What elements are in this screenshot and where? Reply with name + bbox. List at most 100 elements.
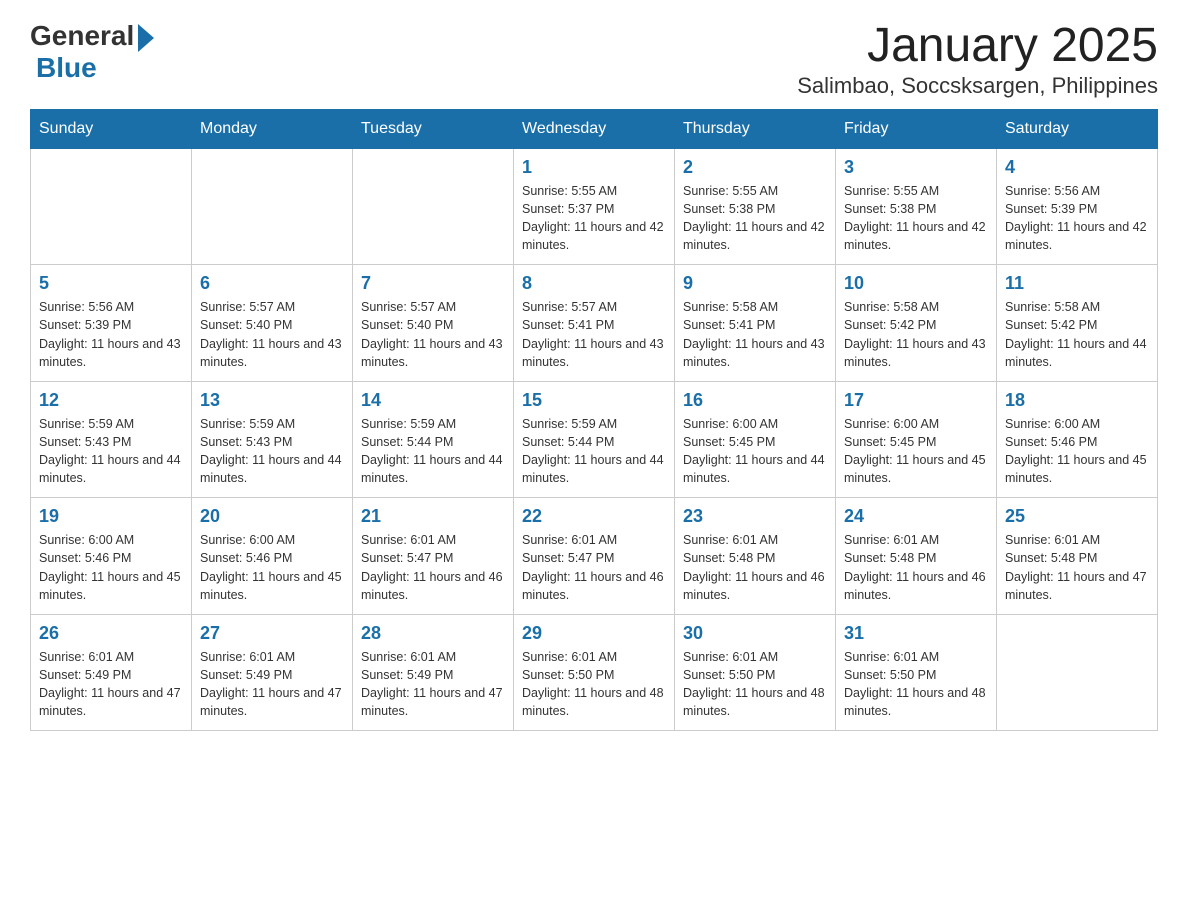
week-row-5: 26 Sunrise: 6:01 AM Sunset: 5:49 PM Dayli… <box>31 614 1158 731</box>
day-info: Sunrise: 6:00 AM Sunset: 5:46 PM Dayligh… <box>39 531 183 604</box>
calendar-cell: 25 Sunrise: 6:01 AM Sunset: 5:48 PM Dayli… <box>997 498 1158 615</box>
day-info: Sunrise: 5:56 AM Sunset: 5:39 PM Dayligh… <box>1005 182 1149 255</box>
calendar-cell: 7 Sunrise: 5:57 AM Sunset: 5:40 PM Daylig… <box>353 265 514 382</box>
day-info: Sunrise: 6:01 AM Sunset: 5:47 PM Dayligh… <box>522 531 666 604</box>
day-number: 20 <box>200 506 344 527</box>
calendar-cell: 3Sunrise: 5:55 AM Sunset: 5:38 PM Daylig… <box>836 148 997 265</box>
calendar-cell <box>353 148 514 265</box>
day-number: 10 <box>844 273 988 294</box>
day-number: 4 <box>1005 157 1149 178</box>
day-number: 7 <box>361 273 505 294</box>
weekday-header-monday: Monday <box>192 109 353 148</box>
day-number: 21 <box>361 506 505 527</box>
day-number: 6 <box>200 273 344 294</box>
calendar-cell <box>997 614 1158 731</box>
day-number: 2 <box>683 157 827 178</box>
calendar-cell: 31 Sunrise: 6:01 AM Sunset: 5:50 PM Dayli… <box>836 614 997 731</box>
day-info: Sunrise: 5:57 AM Sunset: 5:40 PM Dayligh… <box>361 298 505 371</box>
day-number: 23 <box>683 506 827 527</box>
day-info: Sunrise: 6:01 AM Sunset: 5:49 PM Dayligh… <box>361 648 505 721</box>
weekday-header-sunday: Sunday <box>31 109 192 148</box>
day-info: Sunrise: 5:56 AM Sunset: 5:39 PM Dayligh… <box>39 298 183 371</box>
calendar-cell: 2 Sunrise: 5:55 AM Sunset: 5:38 PM Daylig… <box>675 148 836 265</box>
calendar-cell: 11 Sunrise: 5:58 AM Sunset: 5:42 PM Dayli… <box>997 265 1158 382</box>
calendar-cell: 6Sunrise: 5:57 AM Sunset: 5:40 PM Daylig… <box>192 265 353 382</box>
day-info: Sunrise: 5:59 AM Sunset: 5:44 PM Dayligh… <box>361 415 505 488</box>
day-info: Sunrise: 6:00 AM Sunset: 5:46 PM Dayligh… <box>200 531 344 604</box>
day-number: 5 <box>39 273 183 294</box>
weekday-header-friday: Friday <box>836 109 997 148</box>
day-info: Sunrise: 6:01 AM Sunset: 5:48 PM Dayligh… <box>844 531 988 604</box>
month-title: January 2025 <box>797 20 1158 73</box>
calendar-cell: 13 Sunrise: 5:59 AM Sunset: 5:43 PM Dayli… <box>192 381 353 498</box>
day-number: 19 <box>39 506 183 527</box>
day-info: Sunrise: 5:59 AM Sunset: 5:44 PM Dayligh… <box>522 415 666 488</box>
day-info: Sunrise: 6:01 AM Sunset: 5:48 PM Dayligh… <box>1005 531 1149 604</box>
day-info: Sunrise: 6:01 AM Sunset: 5:49 PM Dayligh… <box>39 648 183 721</box>
day-number: 31 <box>844 623 988 644</box>
calendar-cell: 23 Sunrise: 6:01 AM Sunset: 5:48 PM Dayli… <box>675 498 836 615</box>
weekday-header-row: SundayMondayTuesdayWednesdayThursdayFrid… <box>31 109 1158 148</box>
day-number: 3 <box>844 157 988 178</box>
calendar-cell: 29Sunrise: 6:01 AM Sunset: 5:50 PM Dayli… <box>514 614 675 731</box>
calendar-cell: 19 Sunrise: 6:00 AM Sunset: 5:46 PM Dayli… <box>31 498 192 615</box>
day-info: Sunrise: 5:58 AM Sunset: 5:42 PM Dayligh… <box>844 298 988 371</box>
day-number: 22 <box>522 506 666 527</box>
week-row-2: 5 Sunrise: 5:56 AM Sunset: 5:39 PM Daylig… <box>31 265 1158 382</box>
day-info: Sunrise: 6:01 AM Sunset: 5:47 PM Dayligh… <box>361 531 505 604</box>
day-info: Sunrise: 5:58 AM Sunset: 5:41 PM Dayligh… <box>683 298 827 371</box>
day-info: Sunrise: 6:01 AM Sunset: 5:48 PM Dayligh… <box>683 531 827 604</box>
day-info: Sunrise: 5:57 AM Sunset: 5:41 PM Dayligh… <box>522 298 666 371</box>
page-header: General Blue January 2025 Salimbao, Socc… <box>30 20 1158 99</box>
location-title: Salimbao, Soccsksargen, Philippines <box>797 73 1158 99</box>
logo-triangle-right <box>138 24 154 52</box>
day-number: 27 <box>200 623 344 644</box>
logo-blue-text: Blue <box>36 52 97 84</box>
day-number: 1 <box>522 157 666 178</box>
logo-general-text: General <box>30 20 134 52</box>
day-info: Sunrise: 5:58 AM Sunset: 5:42 PM Dayligh… <box>1005 298 1149 371</box>
day-number: 15 <box>522 390 666 411</box>
calendar-cell: 20 Sunrise: 6:00 AM Sunset: 5:46 PM Dayli… <box>192 498 353 615</box>
calendar-cell: 4 Sunrise: 5:56 AM Sunset: 5:39 PM Daylig… <box>997 148 1158 265</box>
calendar-cell: 9 Sunrise: 5:58 AM Sunset: 5:41 PM Daylig… <box>675 265 836 382</box>
day-number: 26 <box>39 623 183 644</box>
calendar-cell: 5 Sunrise: 5:56 AM Sunset: 5:39 PM Daylig… <box>31 265 192 382</box>
day-number: 18 <box>1005 390 1149 411</box>
day-info: Sunrise: 6:00 AM Sunset: 5:45 PM Dayligh… <box>844 415 988 488</box>
day-number: 9 <box>683 273 827 294</box>
day-number: 14 <box>361 390 505 411</box>
day-info: Sunrise: 5:55 AM Sunset: 5:38 PM Dayligh… <box>683 182 827 255</box>
day-info: Sunrise: 6:01 AM Sunset: 5:50 PM Dayligh… <box>522 648 666 721</box>
weekday-header-saturday: Saturday <box>997 109 1158 148</box>
day-info: Sunrise: 6:01 AM Sunset: 5:50 PM Dayligh… <box>844 648 988 721</box>
day-number: 13 <box>200 390 344 411</box>
day-number: 11 <box>1005 273 1149 294</box>
calendar-cell: 18 Sunrise: 6:00 AM Sunset: 5:46 PM Dayli… <box>997 381 1158 498</box>
day-number: 16 <box>683 390 827 411</box>
calendar-cell: 15 Sunrise: 5:59 AM Sunset: 5:44 PM Dayli… <box>514 381 675 498</box>
day-number: 12 <box>39 390 183 411</box>
calendar-cell <box>192 148 353 265</box>
calendar-cell: 28 Sunrise: 6:01 AM Sunset: 5:49 PM Dayli… <box>353 614 514 731</box>
day-number: 17 <box>844 390 988 411</box>
calendar-cell: 14 Sunrise: 5:59 AM Sunset: 5:44 PM Dayli… <box>353 381 514 498</box>
weekday-header-thursday: Thursday <box>675 109 836 148</box>
day-number: 25 <box>1005 506 1149 527</box>
calendar-cell: 1Sunrise: 5:55 AM Sunset: 5:37 PM Daylig… <box>514 148 675 265</box>
calendar-cell: 26 Sunrise: 6:01 AM Sunset: 5:49 PM Dayli… <box>31 614 192 731</box>
day-info: Sunrise: 5:59 AM Sunset: 5:43 PM Dayligh… <box>200 415 344 488</box>
week-row-1: 1Sunrise: 5:55 AM Sunset: 5:37 PM Daylig… <box>31 148 1158 265</box>
day-info: Sunrise: 6:00 AM Sunset: 5:46 PM Dayligh… <box>1005 415 1149 488</box>
day-number: 28 <box>361 623 505 644</box>
weekday-header-tuesday: Tuesday <box>353 109 514 148</box>
calendar-cell: 21 Sunrise: 6:01 AM Sunset: 5:47 PM Dayli… <box>353 498 514 615</box>
day-number: 24 <box>844 506 988 527</box>
calendar-cell: 8Sunrise: 5:57 AM Sunset: 5:41 PM Daylig… <box>514 265 675 382</box>
calendar-cell: 16 Sunrise: 6:00 AM Sunset: 5:45 PM Dayli… <box>675 381 836 498</box>
calendar-cell: 10 Sunrise: 5:58 AM Sunset: 5:42 PM Dayli… <box>836 265 997 382</box>
day-info: Sunrise: 5:59 AM Sunset: 5:43 PM Dayligh… <box>39 415 183 488</box>
day-info: Sunrise: 6:00 AM Sunset: 5:45 PM Dayligh… <box>683 415 827 488</box>
calendar-cell: 24 Sunrise: 6:01 AM Sunset: 5:48 PM Dayli… <box>836 498 997 615</box>
day-info: Sunrise: 6:01 AM Sunset: 5:50 PM Dayligh… <box>683 648 827 721</box>
